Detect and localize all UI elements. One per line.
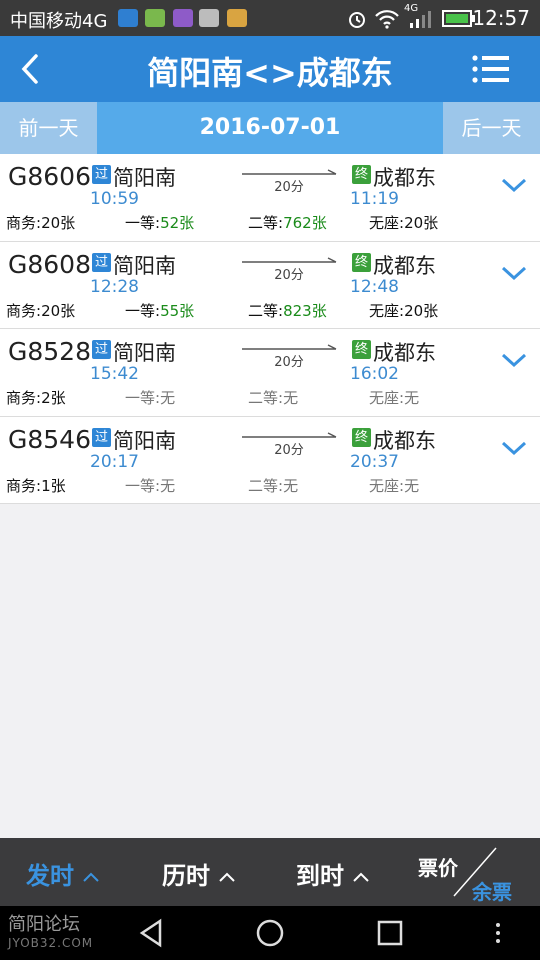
sort-depart-button[interactable]: 发时: [26, 856, 100, 891]
duration: 20分: [274, 180, 304, 195]
train-number: G8608: [8, 249, 91, 279]
image-app-icon: [173, 9, 193, 27]
seat-second: 二等:无: [248, 476, 299, 495]
sort-bar: 发时 历时 到时 票价 余票: [0, 838, 540, 906]
departure-time: 12:28: [90, 276, 139, 297]
battery-icon: [442, 10, 475, 27]
seat-first: 一等:无: [125, 476, 176, 495]
status-bar: 中国移动4G 4G 12:57: [0, 0, 540, 36]
from-station: 简阳南: [113, 253, 176, 278]
departure-time: 10:59: [90, 189, 139, 209]
next-day-button[interactable]: 后一天: [443, 102, 540, 154]
more-vertical-icon[interactable]: [482, 918, 514, 948]
sort-duration-button[interactable]: 历时: [162, 856, 236, 891]
pass-badge: 过: [92, 252, 111, 272]
home-circle-icon[interactable]: [254, 918, 286, 948]
train-list: G8606 过 简阳南 10:59 20分 终 成都东 11:19 商务:20张…: [0, 154, 540, 504]
arrival-time: 12:48: [350, 276, 399, 297]
pass-badge: 过: [92, 340, 111, 359]
chevron-up-icon: [83, 872, 99, 882]
to-station: 成都东: [373, 428, 436, 453]
top-header: 简阳南<>成都东: [0, 36, 540, 102]
departure-time: 15:42: [90, 364, 139, 384]
seat-first: 一等:55张: [125, 301, 195, 320]
seat-first: 一等:52张: [125, 214, 195, 232]
seat-standing: 无座:20张: [369, 214, 439, 232]
date-bar: 前一天 2016-07-01 后一天: [0, 102, 540, 154]
train-row[interactable]: G8546 过 简阳南 20:17 20分 终 成都东 20:37 商务:1张 …: [0, 417, 540, 504]
pass-badge: 过: [92, 427, 111, 447]
page-title: 简阳南<>成都东: [147, 54, 393, 92]
duration: 20分: [274, 442, 304, 458]
arrival-time: 16:02: [350, 364, 399, 384]
from-station: 简阳南: [113, 428, 176, 453]
seat-business: 商务:20张: [6, 214, 76, 232]
terminal-badge: 终: [352, 427, 371, 447]
terminal-badge: 终: [352, 340, 371, 359]
chevron-up-icon: [353, 872, 369, 882]
watermark-text: 简阳论坛: [8, 914, 80, 935]
selected-date[interactable]: 2016-07-01: [97, 102, 443, 154]
chevron-down-icon[interactable]: [500, 351, 528, 369]
sort-remaining-button[interactable]: 余票: [472, 876, 512, 905]
seat-first: 一等:无: [125, 389, 176, 407]
to-station: 成都东: [373, 253, 436, 278]
chat-app-icon: [145, 9, 165, 27]
terminal-badge: 终: [352, 252, 371, 272]
to-station: 成都东: [373, 341, 436, 365]
store-app-icon: [227, 9, 247, 27]
seat-business: 商务:20张: [6, 301, 76, 320]
wifi-icon: [375, 10, 399, 29]
to-station: 成都东: [373, 166, 436, 190]
duration: 20分: [274, 267, 304, 283]
signal-icon: [410, 11, 431, 28]
qr-app-icon: [199, 9, 219, 27]
menu-icon[interactable]: [472, 54, 510, 84]
status-clock: 12:57: [472, 6, 530, 30]
train-row[interactable]: G8606 过 简阳南 10:59 20分 终 成都东 11:19 商务:20张…: [0, 154, 540, 242]
seat-business: 商务:1张: [6, 476, 66, 495]
sort-arrive-button[interactable]: 到时: [296, 856, 370, 891]
arrival-time: 20:37: [350, 451, 399, 472]
recent-apps-icon[interactable]: [374, 918, 406, 948]
seat-standing: 无座:20张: [369, 301, 439, 320]
duration: 20分: [274, 355, 304, 370]
from-station: 简阳南: [113, 166, 176, 190]
pass-badge: 过: [92, 165, 111, 184]
alarm-icon: [349, 12, 365, 28]
seat-second: 二等:无: [248, 389, 299, 407]
system-nav-bar: [0, 906, 540, 960]
terminal-badge: 终: [352, 165, 371, 184]
chevron-up-icon: [219, 872, 235, 882]
seat-standing: 无座:无: [369, 476, 420, 495]
train-row[interactable]: G8608 过 简阳南 12:28 20分 终 成都东 12:48 商务:20张…: [0, 242, 540, 329]
chevron-down-icon[interactable]: [500, 176, 528, 194]
seat-business: 商务:2张: [6, 389, 66, 407]
chevron-down-icon[interactable]: [500, 439, 528, 457]
chevron-down-icon[interactable]: [500, 264, 528, 282]
train-number: G8606: [8, 162, 91, 191]
seat-standing: 无座:无: [369, 389, 420, 407]
train-number: G8528: [8, 337, 91, 366]
carrier-name: 中国移动4G: [10, 11, 108, 32]
seat-second: 二等:823张: [248, 301, 327, 320]
arrival-time: 11:19: [350, 189, 399, 209]
departure-time: 20:17: [90, 451, 139, 472]
seat-second: 二等:762张: [248, 214, 327, 232]
watermark-url: JYOB32.COM: [8, 936, 94, 950]
back-triangle-icon[interactable]: [136, 918, 168, 948]
from-station: 简阳南: [113, 341, 176, 365]
train-number: G8546: [8, 424, 91, 454]
train-row[interactable]: G8528 过 简阳南 15:42 20分 终 成都东 16:02 商务:2张 …: [0, 329, 540, 417]
heart-app-icon: [118, 9, 138, 27]
prev-day-button[interactable]: 前一天: [0, 102, 97, 154]
